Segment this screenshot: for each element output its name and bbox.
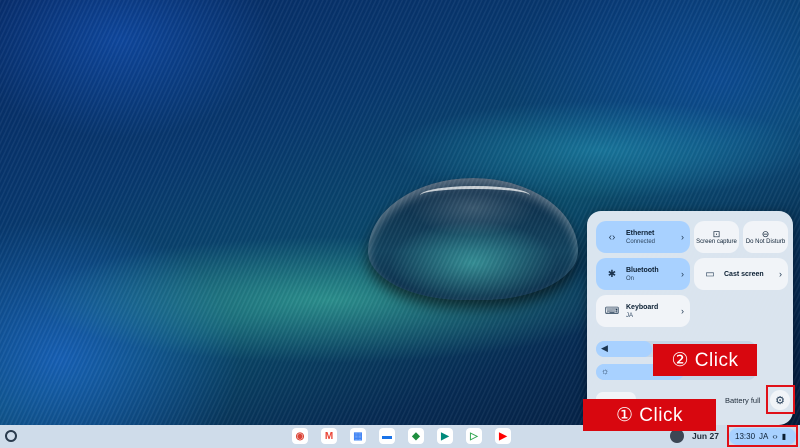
- bluetooth-icon: ✱: [607, 268, 617, 280]
- bluetooth-tile[interactable]: ✱ Bluetooth On ›: [596, 258, 690, 290]
- ethernet-icon: ‹›: [608, 231, 616, 243]
- shelf-app-gmail[interactable]: M: [321, 428, 337, 444]
- files-icon: ▬: [382, 430, 392, 442]
- bluetooth-label: Bluetooth: [626, 266, 659, 274]
- settings-button-highlight: [766, 385, 795, 414]
- keyboard-label: Keyboard: [626, 303, 659, 311]
- do-not-disturb-icon: ⊖: [761, 228, 770, 239]
- chevron-right-icon: ›: [681, 232, 684, 242]
- cast-icon: ▭: [705, 268, 715, 280]
- calendar-icon: ▦: [353, 430, 363, 442]
- cast-screen-tile[interactable]: ▭ Cast screen ›: [694, 258, 788, 290]
- shelf-date[interactable]: Jun 27: [692, 431, 719, 441]
- launcher-button[interactable]: [5, 430, 17, 442]
- keyboard-status: JA: [626, 312, 634, 319]
- chevron-right-icon: ›: [779, 269, 782, 279]
- chat-icon: ◆: [412, 430, 420, 442]
- avatar[interactable]: [670, 429, 684, 443]
- screen-capture-label: Screen capture: [696, 238, 737, 245]
- callout-step-1-label: ① Click: [616, 404, 683, 426]
- keyboard-tile[interactable]: ⌨ Keyboard JA ›: [596, 295, 690, 327]
- ethernet-label: Ethernet: [626, 229, 655, 237]
- bluetooth-status: On: [626, 275, 635, 282]
- keyboard-icon: ⌨: [604, 305, 620, 317]
- shelf-app-play-store[interactable]: ▷: [466, 428, 482, 444]
- shelf-app-calendar[interactable]: ▦: [350, 428, 366, 444]
- callout-step-2: ② Click: [653, 344, 757, 376]
- chevron-right-icon: ›: [681, 306, 684, 316]
- screen-capture-icon: ⊡: [712, 228, 721, 239]
- shelf-app-chat[interactable]: ◆: [408, 428, 424, 444]
- shelf-app-meet[interactable]: ▶: [437, 428, 453, 444]
- shelf-app-files[interactable]: ▬: [379, 428, 395, 444]
- screen-capture-tile[interactable]: ⊡ Screen capture: [694, 221, 739, 253]
- ethernet-status: Connected: [626, 238, 656, 245]
- ethernet-tile[interactable]: ‹› Ethernet Connected ›: [596, 221, 690, 253]
- battery-status: Battery full: [725, 396, 761, 405]
- cast-screen-label: Cast screen: [724, 270, 764, 278]
- status-area-highlight: [727, 425, 798, 447]
- volume-icon: ◀: [601, 343, 608, 353]
- gmail-icon: M: [324, 430, 334, 442]
- chevron-right-icon: ›: [681, 269, 684, 279]
- brightness-icon: ☼: [601, 366, 610, 376]
- youtube-icon: ▶: [499, 430, 507, 442]
- play-store-icon: ▷: [470, 430, 478, 442]
- do-not-disturb-tile[interactable]: ⊖ Do Not Disturb: [743, 221, 788, 253]
- callout-step-2-label: ② Click: [671, 349, 739, 371]
- shelf-app-youtube[interactable]: ▶: [495, 428, 511, 444]
- meet-icon: ▶: [441, 430, 449, 442]
- wallpaper-water-drop: [368, 178, 578, 300]
- callout-step-1: ① Click: [583, 399, 716, 431]
- do-not-disturb-label: Do Not Disturb: [745, 238, 786, 245]
- chrome-icon: ◉: [295, 430, 305, 442]
- shelf-app-chrome[interactable]: ◉: [292, 428, 308, 444]
